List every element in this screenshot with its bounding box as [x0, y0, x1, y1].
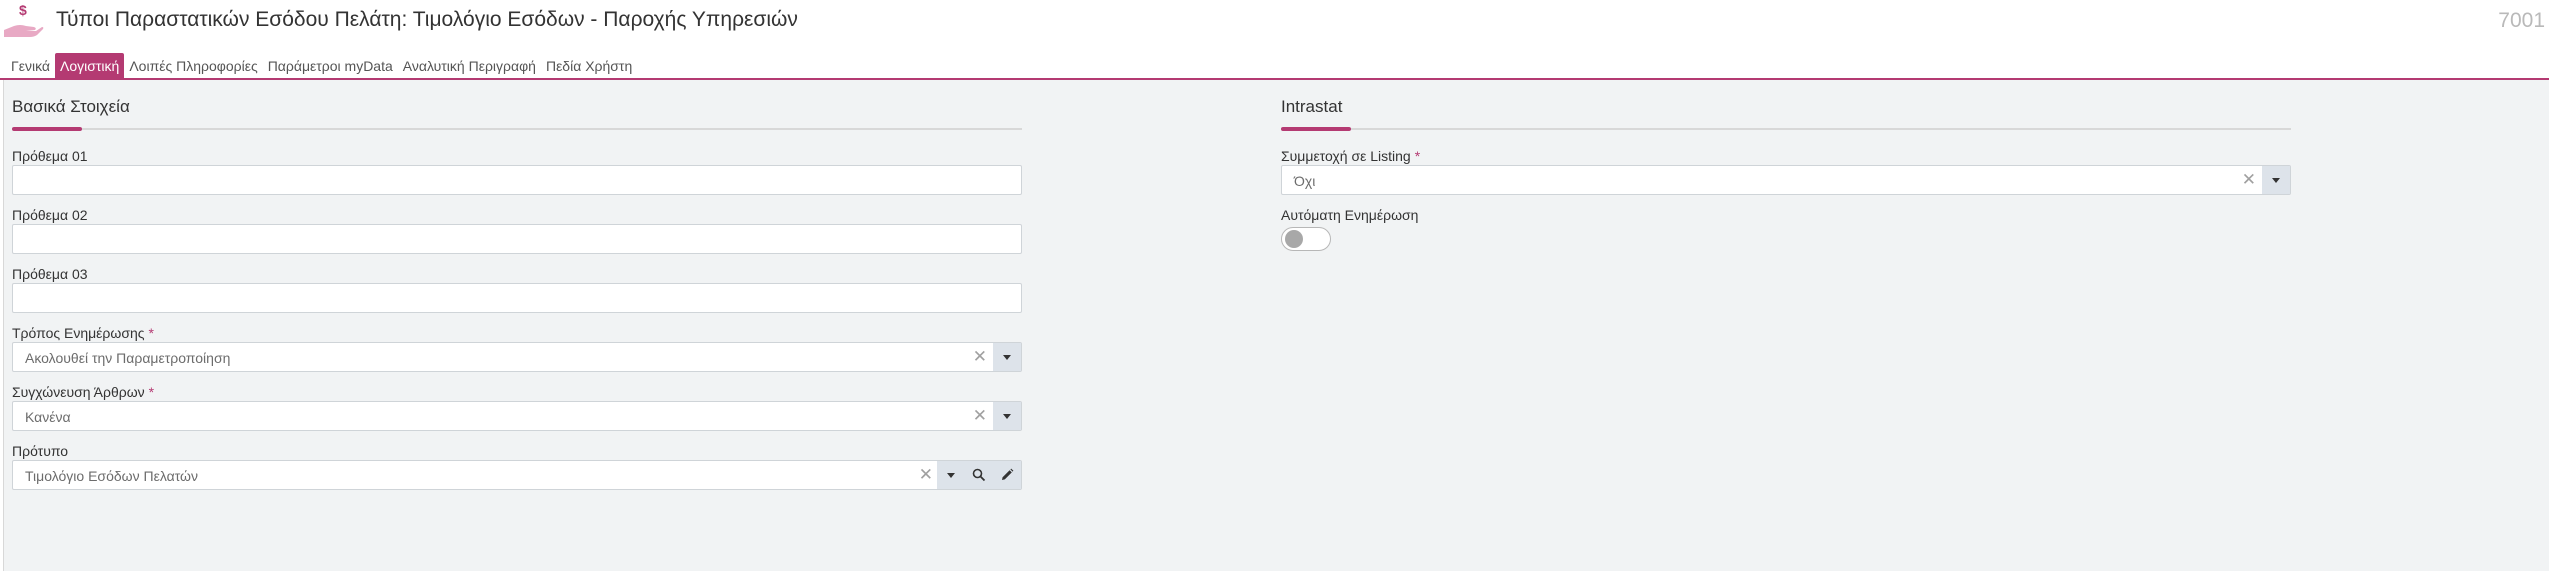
section-rule-intrastat — [1281, 127, 2291, 131]
template-value: Τιμολόγιο Εσόδων Πελατών — [25, 468, 198, 484]
search-icon — [972, 468, 986, 482]
update-mode-label: Τρόπος Ενημέρωσης * — [12, 325, 154, 341]
section-title-basic: Βασικά Στοιχεία — [12, 97, 130, 116]
tab-other-info[interactable]: Λοιπές Πληροφορίες — [124, 53, 262, 78]
hand-money-icon: $ — [4, 2, 44, 37]
search-button[interactable] — [965, 461, 993, 489]
page-title: Τύποι Παραστατικών Εσόδου Πελάτη: Τιμολό… — [56, 8, 798, 31]
dropdown-button[interactable] — [2262, 166, 2290, 194]
auto-update-label: Αυτόματη Ενημέρωση — [1281, 207, 1419, 223]
form-content: Βασικά Στοιχεία Πρόθεμα 01 Πρόθεμα 02 Πρ… — [3, 80, 2549, 571]
listing-value: Όχι — [1294, 173, 1316, 189]
listing-select[interactable]: Όχι ✕ — [1281, 165, 2291, 195]
prefix-02-input[interactable] — [12, 224, 1022, 254]
update-mode-select[interactable]: Ακολουθεί την Παραμετροποίηση ✕ — [12, 342, 1022, 372]
update-mode-value: Ακολουθεί την Παραμετροποίηση — [25, 350, 231, 366]
auto-update-toggle[interactable] — [1281, 227, 1331, 251]
merge-items-select[interactable]: Κανένα ✕ — [12, 401, 1022, 431]
prefix-03-label: Πρόθεμα 03 — [12, 266, 88, 282]
prefix-03-input[interactable] — [12, 283, 1022, 313]
template-select[interactable]: Τιμολόγιο Εσόδων Πελατών ✕ — [12, 460, 1022, 490]
tab-user-fields[interactable]: Πεδία Χρήστη — [541, 53, 637, 78]
record-id: 7001 — [2498, 9, 2545, 32]
edit-button[interactable] — [993, 461, 1021, 489]
caret-down-icon — [2272, 177, 2280, 183]
tab-accounting[interactable]: Λογιστική — [55, 53, 125, 78]
prefix-01-label: Πρόθεμα 01 — [12, 148, 88, 164]
required-marker: * — [148, 384, 155, 400]
merge-items-label: Συγχώνευση Άρθρων * — [12, 384, 155, 400]
required-marker: * — [148, 325, 154, 341]
merge-items-value: Κανένα — [25, 409, 71, 425]
caret-down-icon — [1003, 354, 1011, 360]
caret-down-icon — [1003, 413, 1011, 419]
prefix-02-label: Πρόθεμα 02 — [12, 207, 88, 223]
tab-mydata-params[interactable]: Παράμετροι myData — [263, 53, 398, 78]
clear-icon[interactable]: ✕ — [2242, 170, 2256, 190]
clear-icon[interactable]: ✕ — [973, 347, 987, 367]
tab-bar: Γενικά Λογιστική Λοιπές Πληροφορίες Παρά… — [6, 53, 637, 78]
listing-label: Συμμετοχή σε Listing * — [1281, 148, 1421, 164]
template-label: Πρότυπο — [12, 443, 69, 459]
dropdown-button[interactable] — [937, 461, 965, 489]
tab-general[interactable]: Γενικά — [6, 53, 55, 78]
tab-detailed-description[interactable]: Αναλυτική Περιγραφή — [398, 53, 541, 78]
clear-icon[interactable]: ✕ — [919, 465, 933, 485]
pencil-icon — [1002, 468, 1014, 480]
section-rule-basic — [12, 127, 1022, 131]
page-header: $ Τύποι Παραστατικών Εσόδου Πελάτη: Τιμο… — [0, 0, 2549, 44]
clear-icon[interactable]: ✕ — [973, 406, 987, 426]
dropdown-button[interactable] — [993, 402, 1021, 430]
section-title-intrastat: Intrastat — [1281, 97, 1343, 116]
required-marker: * — [1414, 148, 1421, 164]
toggle-knob — [1285, 230, 1303, 248]
dropdown-button[interactable] — [993, 343, 1021, 371]
caret-down-icon — [947, 472, 955, 478]
svg-text:$: $ — [19, 2, 27, 18]
prefix-01-input[interactable] — [12, 165, 1022, 195]
